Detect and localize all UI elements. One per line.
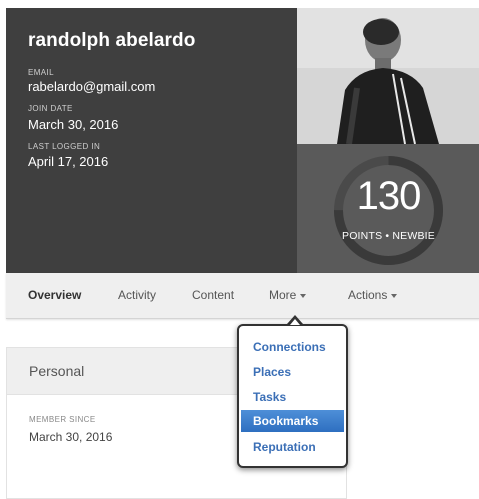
profile-photo [297, 8, 479, 144]
tab-actions-label: Actions [348, 288, 388, 302]
menu-item-reputation[interactable]: Reputation [241, 436, 344, 458]
menu-item-connections[interactable]: Connections [241, 336, 344, 358]
tab-overview[interactable]: Overview [28, 288, 81, 302]
points-value: 130 [356, 174, 422, 218]
tab-more-label: More [269, 288, 297, 302]
profile-card: randolph abelardo EMAIL rabelardo@gmail.… [6, 8, 479, 273]
personal-panel-title: Personal [29, 363, 85, 379]
tab-more[interactable]: More [269, 288, 307, 302]
points-panel: 130 POINTS • NEWBIE [297, 144, 479, 273]
chevron-down-icon [391, 293, 398, 298]
profile-tab-bar: Overview Activity Content More Actions [6, 273, 479, 319]
user-name: randolph abelardo [28, 30, 196, 51]
last-logged-label: LAST LOGGED IN [28, 142, 101, 151]
last-logged-value: April 17, 2016 [28, 154, 109, 169]
menu-item-tasks[interactable]: Tasks [241, 386, 344, 408]
more-dropdown-menu: Connections Places Tasks Bookmarks Reput… [237, 324, 348, 468]
points-caption: POINTS • NEWBIE [341, 230, 436, 242]
dropdown-pointer-fill [290, 319, 300, 325]
tab-activity[interactable]: Activity [118, 288, 156, 302]
member-since-value: March 30, 2016 [29, 430, 113, 444]
menu-item-bookmarks[interactable]: Bookmarks [241, 410, 344, 432]
tab-actions[interactable]: Actions [348, 288, 398, 302]
email-value: rabelardo@gmail.com [28, 79, 156, 94]
join-date-label: JOIN DATE [28, 104, 73, 113]
tab-content[interactable]: Content [192, 288, 234, 302]
chevron-down-icon [300, 293, 307, 298]
menu-item-places[interactable]: Places [241, 361, 344, 383]
member-since-label: MEMBER SINCE [29, 415, 96, 424]
join-date-value: March 30, 2016 [28, 117, 119, 132]
email-label: EMAIL [28, 68, 55, 77]
